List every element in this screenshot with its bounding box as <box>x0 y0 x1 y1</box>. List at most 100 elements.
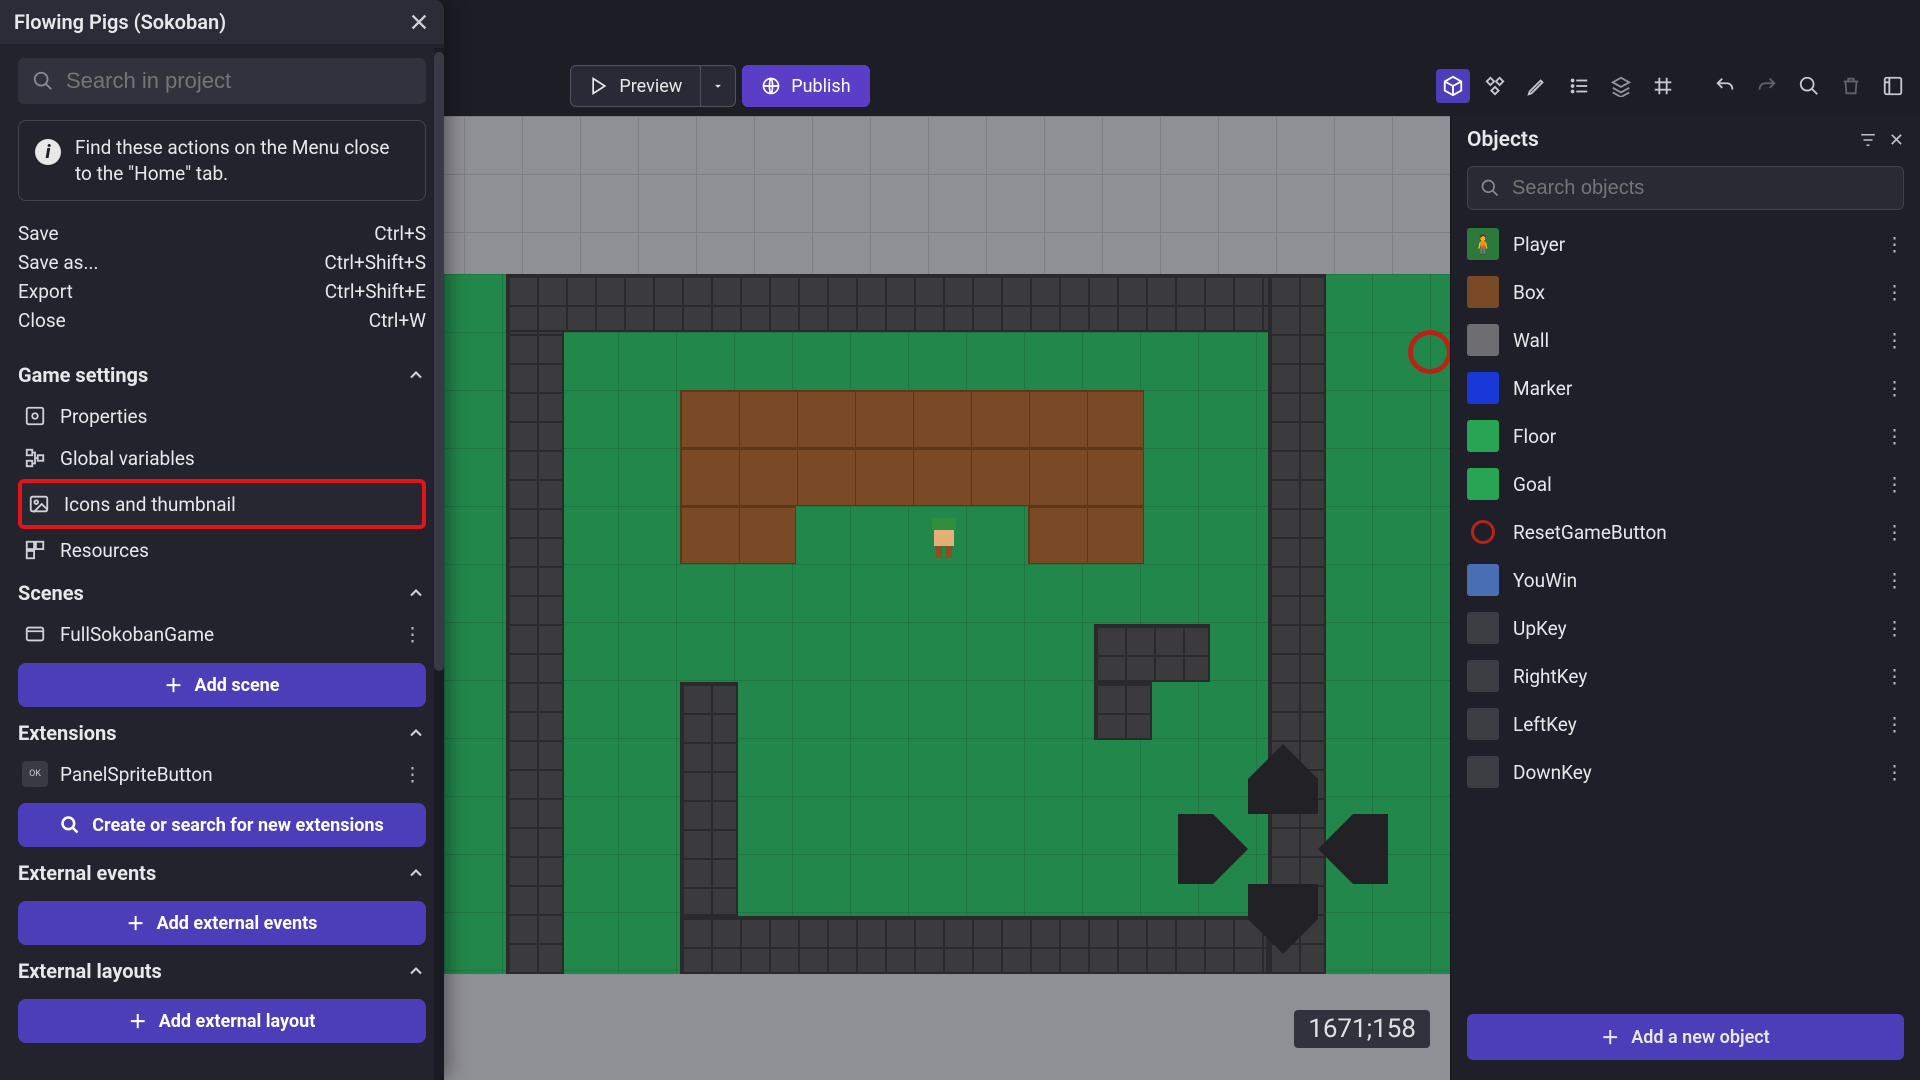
more-icon[interactable]: ⋮ <box>1885 617 1904 640</box>
project-search[interactable] <box>18 58 426 104</box>
objects-search-input[interactable] <box>1512 177 1891 200</box>
object-label: Marker <box>1513 377 1572 400</box>
resources-item[interactable]: Resources <box>18 529 426 571</box>
more-icon[interactable]: ⋮ <box>1885 521 1904 544</box>
object-swatch <box>1467 708 1499 740</box>
ext-icon: OK <box>22 761 48 787</box>
object-item[interactable]: DownKey ⋮ <box>1451 748 1920 796</box>
object-label: Player <box>1513 233 1565 256</box>
add-external-events-button[interactable]: ＋ Add external events <box>18 901 426 945</box>
plus-icon: ＋ <box>129 1008 147 1034</box>
scene-item[interactable]: FullSokobanGame ⋮ <box>18 613 426 655</box>
object-item[interactable]: UpKey ⋮ <box>1451 604 1920 652</box>
add-scene-button[interactable]: ＋ Add scene <box>18 663 426 707</box>
chevron-up-icon <box>406 863 426 883</box>
file-action-export[interactable]: ExportCtrl+Shift+E <box>18 277 426 306</box>
more-icon[interactable]: ⋮ <box>1885 473 1904 496</box>
preview-button[interactable]: Preview <box>570 65 700 107</box>
more-icon[interactable]: ⋮ <box>403 623 422 646</box>
edit-icon[interactable] <box>1520 69 1554 103</box>
settings2-icon[interactable] <box>1876 69 1910 103</box>
extension-item[interactable]: OK PanelSpriteButton ⋮ <box>18 753 426 795</box>
global-variables-item[interactable]: Global variables <box>18 437 426 479</box>
publish-button[interactable]: Publish <box>742 65 869 107</box>
object-label: DownKey <box>1513 761 1592 784</box>
redo-icon[interactable] <box>1750 69 1784 103</box>
list-icon[interactable] <box>1562 69 1596 103</box>
trash-icon[interactable] <box>1834 69 1868 103</box>
variables-icon <box>22 445 48 471</box>
object-item[interactable]: LeftKey ⋮ <box>1451 700 1920 748</box>
editor-tool-icons <box>1436 69 1910 103</box>
scrollbar[interactable] <box>434 48 444 1080</box>
more-icon[interactable]: ⋮ <box>1885 761 1904 784</box>
object-label: RightKey <box>1513 665 1587 688</box>
more-icon[interactable]: ⋮ <box>1885 281 1904 304</box>
object-label: UpKey <box>1513 617 1567 640</box>
object-item[interactable]: ResetGameButton ⋮ <box>1451 508 1920 556</box>
create-extension-button[interactable]: Create or search for new extensions <box>18 803 426 847</box>
file-action-saveas[interactable]: Save as...Ctrl+Shift+S <box>18 248 426 277</box>
chevron-up-icon <box>406 961 426 981</box>
add-external-layout-button[interactable]: ＋ Add external layout <box>18 999 426 1043</box>
file-action-close[interactable]: CloseCtrl+W <box>18 306 426 335</box>
object-label: Floor <box>1513 425 1556 448</box>
search-icon <box>1480 178 1500 198</box>
object-label: LeftKey <box>1513 713 1577 736</box>
section-external-events[interactable]: External events <box>18 851 426 893</box>
reset-ring[interactable] <box>1408 330 1450 374</box>
preview-group: Preview <box>570 65 736 107</box>
grid-icon[interactable] <box>1646 69 1680 103</box>
objects-search[interactable] <box>1467 166 1904 210</box>
add-object-button[interactable]: ＋ Add a new object <box>1467 1014 1904 1060</box>
more-icon[interactable]: ⋮ <box>1885 377 1904 400</box>
more-icon[interactable]: ⋮ <box>1885 233 1904 256</box>
more-icon[interactable]: ⋮ <box>1885 329 1904 352</box>
more-icon[interactable]: ⋮ <box>1885 425 1904 448</box>
zoom-icon[interactable] <box>1792 69 1826 103</box>
object-swatch <box>1467 276 1499 308</box>
objects-panel: Objects ✕ 🧍Player⋮Box⋮Wall⋮Marker⋮Floor⋮… <box>1450 116 1920 1080</box>
object-label: ResetGameButton <box>1513 521 1667 544</box>
objects-title: Objects <box>1467 128 1847 152</box>
section-external-layouts[interactable]: External layouts <box>18 949 426 991</box>
info-icon: i <box>35 139 61 165</box>
chevron-up-icon <box>406 583 426 603</box>
project-search-input[interactable] <box>66 68 412 94</box>
object-item[interactable]: 🧍Player⋮ <box>1451 220 1920 268</box>
chevron-up-icon <box>406 723 426 743</box>
object-item[interactable]: Box⋮ <box>1451 268 1920 316</box>
object-item[interactable]: Floor ⋮ <box>1451 412 1920 460</box>
more-icon[interactable]: ⋮ <box>1885 569 1904 592</box>
object-item[interactable]: YouWin⋮ <box>1451 556 1920 604</box>
undo-icon[interactable] <box>1708 69 1742 103</box>
filter-icon[interactable] <box>1859 131 1877 149</box>
layers-icon[interactable] <box>1604 69 1638 103</box>
object-item[interactable]: Wall⋮ <box>1451 316 1920 364</box>
more-icon[interactable]: ⋮ <box>1885 665 1904 688</box>
plus-icon: ＋ <box>127 910 145 936</box>
plus-icon: ＋ <box>1601 1024 1619 1050</box>
cursor-coordinates: 1671;158 <box>1294 1010 1430 1048</box>
more-icon[interactable]: ⋮ <box>403 763 422 786</box>
plus-icon: ＋ <box>165 672 183 698</box>
close-icon[interactable]: ✕ <box>1889 130 1904 151</box>
group-icon[interactable] <box>1478 69 1512 103</box>
more-icon[interactable]: ⋮ <box>1885 713 1904 736</box>
properties-item[interactable]: Properties <box>18 395 426 437</box>
image-icon <box>26 491 52 517</box>
info-banner: i Find these actions on the Menu close t… <box>18 120 426 201</box>
object-item[interactable]: Goal ⋮ <box>1451 460 1920 508</box>
file-action-save[interactable]: SaveCtrl+S <box>18 219 426 248</box>
section-extensions[interactable]: Extensions <box>18 711 426 753</box>
section-game-settings[interactable]: Game settings <box>18 353 426 395</box>
object-item[interactable]: Marker ⋮ <box>1451 364 1920 412</box>
object-label: Goal <box>1513 473 1552 496</box>
preview-dropdown[interactable] <box>700 65 736 107</box>
close-icon[interactable] <box>408 11 430 33</box>
object-item[interactable]: RightKey ⋮ <box>1451 652 1920 700</box>
section-scenes[interactable]: Scenes <box>18 571 426 613</box>
icons-thumbnail-item[interactable]: Icons and thumbnail <box>18 479 426 529</box>
cube-icon[interactable] <box>1436 69 1470 103</box>
object-swatch <box>1467 516 1499 548</box>
